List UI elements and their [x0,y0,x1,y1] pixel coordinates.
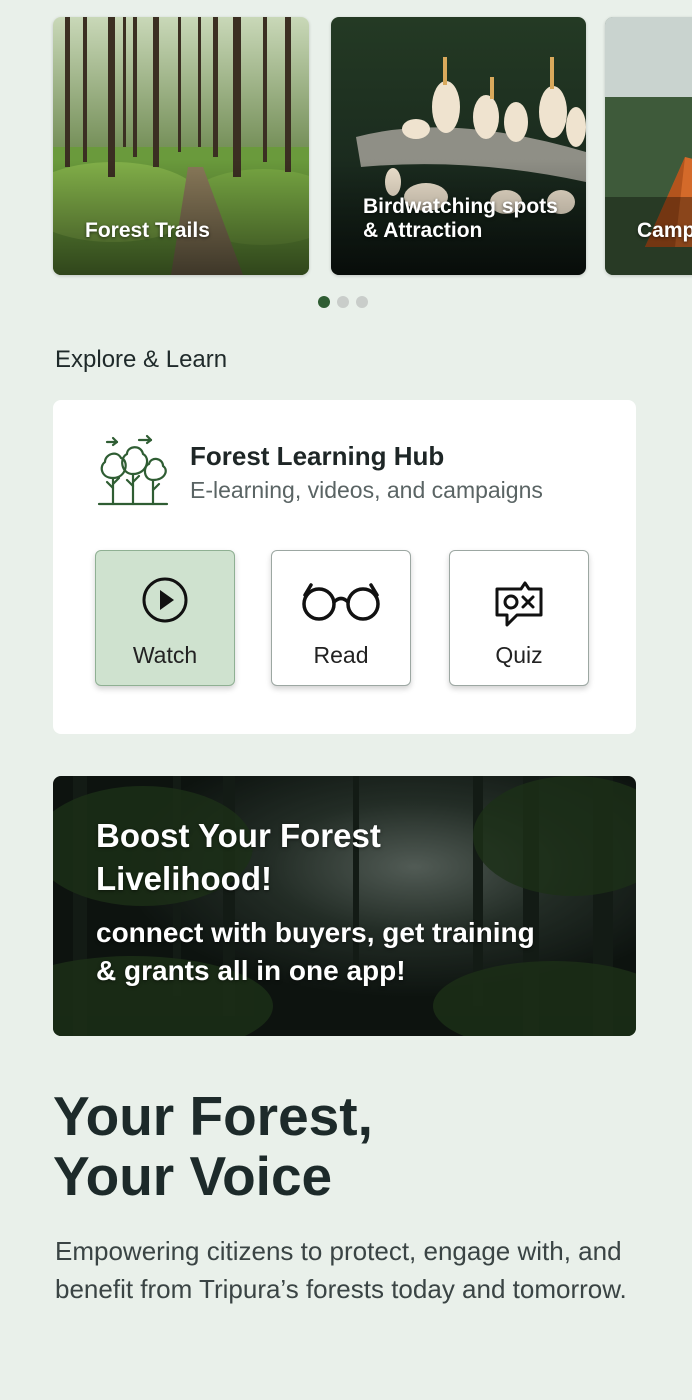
featured-carousel[interactable]: Forest Trails Birdwatching spots & Attra… [0,0,692,320]
hero-description: Empowering citizens to protect, engage w… [55,1236,627,1304]
read-button[interactable]: Read [271,550,411,686]
livelihood-banner[interactable]: Boost Your Forest Livelihood! connect wi… [53,776,636,1036]
forest-learning-hub-card: Forest Learning Hub E-learning, videos, … [53,400,636,734]
card-label: Forest Trails [85,219,210,242]
section-title-explore: Explore & Learn [55,346,228,373]
quiz-label: Quiz [495,642,543,668]
hero-title: Your Forest, Your Voice [53,1085,373,1207]
read-label: Read [313,642,369,668]
carousel-card-birdwatching[interactable]: Birdwatching spots & Attraction [331,17,586,275]
pagination-dot[interactable] [337,296,349,308]
banner-title: Boost Your Forest Livelihood! [96,817,381,897]
carousel-card-camping[interactable]: Camp [605,17,692,275]
play-circle-icon [142,577,188,623]
pagination-dot-active[interactable] [318,296,330,308]
carousel-pagination [318,296,368,308]
carousel-card-forest-trails[interactable]: Forest Trails [53,17,309,275]
watch-button[interactable]: Watch [95,550,235,686]
watch-label: Watch [132,642,198,668]
quiz-button[interactable]: Quiz [449,550,589,686]
card-label: Camp [637,219,692,242]
banner-text: connect with buyers, get training & gran… [96,917,535,986]
glasses-icon [302,583,380,621]
hub-subtitle: E-learning, videos, and campaigns [190,477,543,503]
forest-trees-icon [97,434,169,506]
hub-title: Forest Learning Hub [190,441,445,471]
pagination-dot[interactable] [356,296,368,308]
card-label: Birdwatching spots & Attraction [363,195,558,242]
quiz-chat-icon [495,581,543,627]
